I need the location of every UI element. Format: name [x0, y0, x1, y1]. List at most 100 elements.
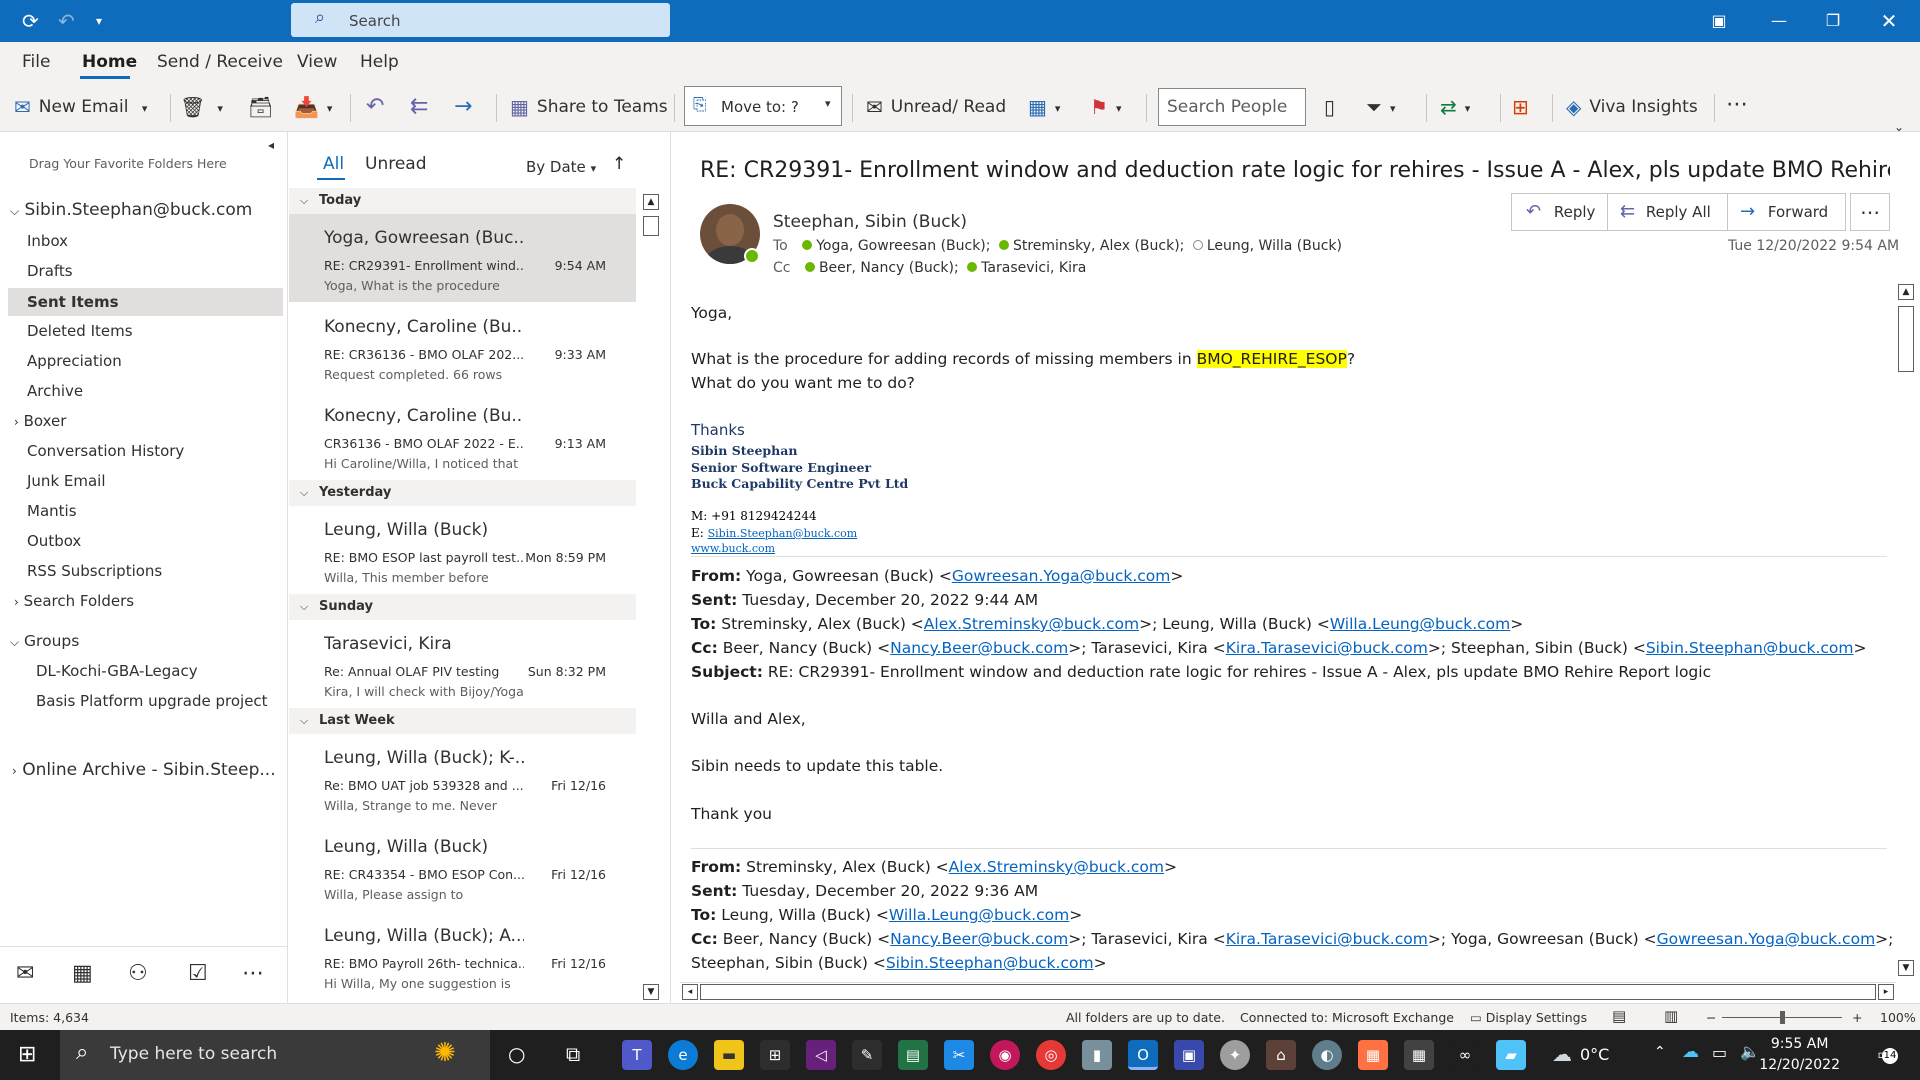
- display-settings-button[interactable]: ▭ Display Settings: [1470, 1010, 1587, 1025]
- reading-horizontal-scrollbar[interactable]: ◂ ▸: [680, 982, 1896, 1000]
- email-link[interactable]: Kira.Tarasevici@buck.com: [1226, 639, 1428, 657]
- app-icon[interactable]: ▮: [1082, 1040, 1112, 1070]
- tab-send-receive[interactable]: Send / Receive: [157, 52, 283, 72]
- group-yesterday[interactable]: ⌵ Yesterday: [289, 480, 636, 506]
- undo-icon[interactable]: ↶: [58, 9, 75, 33]
- visual-studio-icon[interactable]: ◁: [806, 1040, 836, 1070]
- reading-view-icon[interactable]: ▥: [1664, 1007, 1678, 1025]
- coming-soon-icon[interactable]: ▣: [1696, 0, 1742, 42]
- app-icon[interactable]: ◉: [990, 1040, 1020, 1070]
- notifications-button[interactable]: ▭ 14: [1868, 1040, 1900, 1070]
- email-link[interactable]: Alex.Streminsky@buck.com: [924, 615, 1139, 633]
- tray-overflow-icon[interactable]: ⌃: [1654, 1044, 1666, 1060]
- folder-inbox[interactable]: Inbox: [27, 232, 68, 250]
- folder-deleted-items[interactable]: Deleted Items: [27, 322, 133, 340]
- follow-up-button[interactable]: ⚑ ▾: [1090, 92, 1121, 122]
- zoom-slider-thumb[interactable]: [1780, 1011, 1785, 1024]
- unread-read-button[interactable]: ✉ Unread/ Read: [866, 92, 1006, 122]
- email-link[interactable]: Willa.Leung@buck.com: [1330, 615, 1510, 633]
- list-item[interactable]: Leung, Willa (Buck) RE: CR43354 - BMO ES…: [289, 823, 636, 911]
- close-button[interactable]: ✕: [1866, 0, 1912, 42]
- app-icon[interactable]: ▣: [1174, 1040, 1204, 1070]
- group-dl-kochi[interactable]: DL-Kochi-GBA-Legacy: [36, 662, 198, 680]
- message-list-scrollbar[interactable]: ▲ ▼: [641, 188, 661, 1002]
- teams-icon[interactable]: T: [622, 1040, 652, 1070]
- group-today[interactable]: ⌵ Today: [289, 188, 636, 214]
- folder-archive[interactable]: Archive: [27, 382, 83, 400]
- scroll-thumb[interactable]: [700, 984, 1876, 1000]
- search-box[interactable]: ⌕ Search: [291, 3, 670, 37]
- email-link[interactable]: Gowreesan.Yoga@buck.com: [1657, 930, 1876, 948]
- move-to-dropdown[interactable]: ⎘ Move to: ? ▾: [684, 86, 842, 126]
- address-book-button[interactable]: ▯: [1324, 92, 1343, 122]
- share-to-teams-button[interactable]: ▦ Share to Teams: [510, 92, 668, 122]
- volume-icon[interactable]: 🔈: [1740, 1042, 1760, 1061]
- email-link[interactable]: Kira.Tarasevici@buck.com: [1226, 930, 1428, 948]
- scroll-right-icon[interactable]: ▸: [1878, 984, 1894, 1000]
- app-icon[interactable]: ▤: [898, 1040, 928, 1070]
- online-archive[interactable]: › Online Archive - Sibin.Steep...: [12, 760, 276, 780]
- tab-file[interactable]: File: [22, 52, 50, 72]
- scroll-thumb[interactable]: [643, 216, 659, 236]
- network-icon[interactable]: ▭: [1712, 1043, 1727, 1062]
- reply-button[interactable]: ↶: [366, 92, 384, 122]
- email-link[interactable]: Nancy.Beer@buck.com: [890, 639, 1068, 657]
- restore-button[interactable]: ❐: [1810, 0, 1856, 42]
- folder-mantis[interactable]: Mantis: [27, 502, 77, 520]
- recipient[interactable]: Tarasevici, Kira: [981, 260, 1086, 276]
- scroll-left-icon[interactable]: ◂: [682, 984, 698, 1000]
- signature-email-link[interactable]: Sibin.Steephan@buck.com: [708, 527, 858, 540]
- folder-search-folders[interactable]: › Search Folders: [14, 592, 134, 610]
- email-link[interactable]: Sibin.Steephan@buck.com: [886, 954, 1094, 972]
- zoom-out-icon[interactable]: −: [1706, 1010, 1716, 1025]
- app-icon[interactable]: ⌂: [1266, 1040, 1296, 1070]
- folder-rss-subscriptions[interactable]: RSS Subscriptions: [27, 562, 162, 580]
- clock[interactable]: 9:55 AM 12/20/2022: [1759, 1034, 1840, 1076]
- app-icon[interactable]: ✎: [852, 1040, 882, 1070]
- filter-all[interactable]: All: [323, 154, 344, 174]
- email-sender[interactable]: Steephan, Sibin (Buck): [773, 212, 967, 232]
- people-icon[interactable]: ⚇: [128, 961, 148, 986]
- store-icon[interactable]: ⊞: [760, 1040, 790, 1070]
- tab-home[interactable]: Home: [82, 52, 137, 72]
- tasks-icon[interactable]: ☑: [188, 961, 208, 986]
- minimize-button[interactable]: —: [1756, 0, 1802, 42]
- scroll-down-icon[interactable]: ▼: [1898, 960, 1914, 976]
- snipping-tool-icon[interactable]: ✂: [944, 1040, 974, 1070]
- filter-email-button[interactable]: ⏷ ▾: [1366, 92, 1396, 122]
- recipient[interactable]: Beer, Nancy (Buck);: [819, 260, 959, 276]
- scroll-thumb[interactable]: [1898, 306, 1914, 372]
- folder-drafts[interactable]: Drafts: [27, 262, 73, 280]
- task-view-icon[interactable]: ⧉: [566, 1042, 580, 1066]
- onedrive-icon[interactable]: ☁: [1682, 1042, 1699, 1062]
- group-last-week[interactable]: ⌵ Last Week: [289, 708, 636, 734]
- taskbar-search[interactable]: ⌕ Type here to search ✺: [60, 1030, 490, 1080]
- folder-junk-email[interactable]: Junk Email: [27, 472, 106, 490]
- group-sunday[interactable]: ⌵ Sunday: [289, 594, 636, 620]
- viva-insights-button[interactable]: ◈ Viva Insights: [1566, 92, 1698, 122]
- folder-appreciation[interactable]: Appreciation: [27, 352, 122, 370]
- more-actions-button[interactable]: ⋯: [1850, 193, 1890, 231]
- move-button[interactable]: 📥 ▾: [294, 92, 332, 122]
- list-item[interactable]: Yoga, Gowreesan (Buc... RE: CR29391- Enr…: [289, 214, 636, 302]
- scroll-up-icon[interactable]: ▲: [1898, 284, 1914, 300]
- archive-button[interactable]: 🗃: [248, 92, 281, 122]
- windows-start-icon[interactable]: ⊞: [18, 1042, 36, 1067]
- chevron-down-icon[interactable]: ▾: [142, 102, 148, 115]
- sort-by-date[interactable]: By Date ▾: [526, 158, 596, 176]
- email-link[interactable]: Gowreesan.Yoga@buck.com: [952, 567, 1171, 585]
- filter-unread[interactable]: Unread: [365, 154, 427, 174]
- weather-temperature[interactable]: 0°C: [1580, 1045, 1609, 1064]
- folder-boxer[interactable]: › Boxer: [14, 412, 66, 430]
- zoom-in-icon[interactable]: +: [1852, 1010, 1862, 1025]
- normal-view-icon[interactable]: ▤: [1612, 1007, 1626, 1025]
- scroll-down-icon[interactable]: ▼: [643, 984, 659, 1000]
- groups-header[interactable]: ⌵ Groups: [10, 632, 79, 650]
- sort-direction-icon[interactable]: ↑: [612, 154, 626, 174]
- mail-icon[interactable]: ✉: [16, 961, 34, 986]
- list-item[interactable]: Leung, Willa (Buck); K-... Re: BMO UAT j…: [289, 734, 636, 822]
- categorize-button[interactable]: ▦ ▾: [1028, 92, 1060, 122]
- list-item[interactable]: Konecny, Caroline (Bu... CR36136 - BMO O…: [289, 392, 636, 480]
- app-icon[interactable]: ▦: [1358, 1040, 1388, 1070]
- recipient[interactable]: Streminsky, Alex (Buck);: [1013, 238, 1184, 254]
